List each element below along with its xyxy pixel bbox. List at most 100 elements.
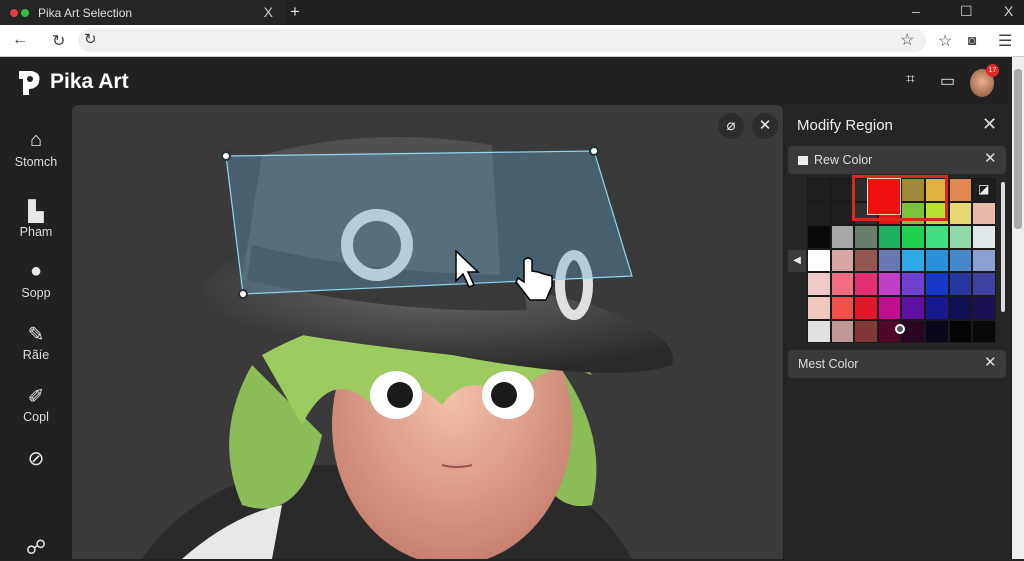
- color-swatch[interactable]: [830, 225, 855, 249]
- color-swatch[interactable]: [948, 319, 973, 344]
- color-swatch[interactable]: [807, 225, 831, 249]
- section-label: Rew Color: [814, 153, 873, 167]
- color-swatch[interactable]: [972, 319, 996, 344]
- star-icon[interactable]: ☆: [938, 31, 952, 51]
- color-swatch[interactable]: [924, 272, 949, 296]
- sidebar-item-compass[interactable]: ⊘: [0, 446, 72, 472]
- section-close-button[interactable]: ✕: [984, 149, 997, 167]
- notification-badge: 17: [986, 64, 999, 77]
- crop-icon[interactable]: ⌗: [906, 71, 915, 89]
- color-swatch[interactable]: [972, 248, 996, 273]
- section-close-button[interactable]: ✕: [984, 353, 997, 371]
- maximize-dot-icon[interactable]: [21, 8, 29, 17]
- color-swatch[interactable]: [948, 201, 973, 226]
- color-swatch[interactable]: [877, 272, 902, 296]
- color-swatch[interactable]: [877, 225, 902, 249]
- color-swatch[interactable]: [901, 272, 925, 296]
- color-picker-cursor[interactable]: [895, 324, 905, 334]
- maximize-button[interactable]: ☐: [960, 3, 973, 20]
- close-window-button[interactable]: X: [1004, 3, 1013, 19]
- mest-color-section[interactable]: Mest Color ✕: [788, 350, 1006, 378]
- color-swatch[interactable]: [830, 295, 855, 320]
- canvas-close-button[interactable]: ✕: [752, 113, 778, 139]
- color-swatch[interactable]: [830, 178, 855, 202]
- reload-small-icon[interactable]: ↻: [84, 30, 97, 48]
- color-swatch[interactable]: [901, 248, 925, 273]
- title-bar: Pika Art Selection X + – ☐ X: [0, 0, 1024, 25]
- selected-color-swatch[interactable]: [867, 178, 901, 215]
- color-swatch[interactable]: [948, 272, 973, 296]
- sidebar-label: Sopp: [21, 286, 51, 300]
- chat-icon[interactable]: ▭: [940, 71, 955, 91]
- color-swatch[interactable]: [948, 225, 973, 249]
- extension-icon[interactable]: ◙: [968, 32, 976, 48]
- logo-text: Pika Art: [50, 70, 129, 93]
- color-swatch[interactable]: [901, 319, 925, 344]
- rew-color-section[interactable]: Rew Color ✕: [788, 146, 1006, 174]
- shapes-icon: ▙: [28, 201, 44, 223]
- color-swatch[interactable]: [972, 295, 996, 320]
- color-swatch[interactable]: [807, 178, 831, 202]
- palette-scrollbar[interactable]: [1001, 182, 1005, 312]
- color-swatch[interactable]: [901, 225, 925, 249]
- color-swatch[interactable]: [807, 319, 831, 344]
- browser-toolbar: ← ↻ ↻ ☆ ☆ ◙ ☰: [0, 25, 1024, 57]
- color-swatch[interactable]: [854, 248, 878, 273]
- color-swatch[interactable]: [830, 319, 855, 344]
- collapse-handle[interactable]: ◀: [788, 250, 806, 272]
- color-swatch-icon: [798, 155, 808, 165]
- color-swatch[interactable]: [877, 248, 902, 273]
- color-swatch[interactable]: [807, 248, 831, 273]
- color-swatch[interactable]: [924, 319, 949, 344]
- color-swatch[interactable]: [948, 248, 973, 273]
- sidebar-label: Rãíe: [22, 348, 50, 362]
- sidebar-item-raie[interactable]: ✎ Rãíe: [0, 322, 72, 362]
- browser-tab[interactable]: Pika Art Selection X: [0, 0, 285, 25]
- color-swatch[interactable]: [830, 272, 855, 296]
- sidebar-item-sopp[interactable]: ● Sopp: [0, 260, 72, 300]
- tab-close-button[interactable]: X: [264, 4, 273, 20]
- sidebar-label: Pham: [19, 225, 53, 239]
- address-bar[interactable]: ↻ ☆: [78, 29, 926, 52]
- color-swatch[interactable]: [901, 295, 925, 320]
- eyedropper-icon[interactable]: ◪: [978, 182, 989, 196]
- color-swatch[interactable]: [924, 248, 949, 273]
- color-swatch[interactable]: [807, 295, 831, 320]
- logo[interactable]: Pika Art: [16, 67, 129, 97]
- sidebar-item-copl[interactable]: ✐ Copl: [0, 384, 72, 424]
- panel-close-button[interactable]: ✕: [982, 114, 997, 135]
- color-swatch[interactable]: [972, 272, 996, 296]
- menu-icon[interactable]: ☰: [998, 31, 1012, 51]
- color-swatch[interactable]: [854, 295, 878, 320]
- bookmark-star-icon[interactable]: ☆: [900, 30, 914, 50]
- eraser-button[interactable]: ⌀: [718, 113, 744, 139]
- pencil-icon: ✎: [27, 324, 45, 346]
- image-canvas[interactable]: ⌀ ✕: [72, 105, 783, 559]
- color-swatch[interactable]: [830, 248, 855, 273]
- color-swatch[interactable]: [807, 272, 831, 296]
- page-scrollbar[interactable]: [1012, 57, 1024, 559]
- back-icon[interactable]: ←: [12, 31, 28, 49]
- color-swatch[interactable]: [948, 178, 973, 202]
- color-swatch[interactable]: [854, 225, 878, 249]
- color-swatch[interactable]: [877, 295, 902, 320]
- reload-icon[interactable]: ↻: [52, 31, 65, 51]
- color-swatch[interactable]: [924, 295, 949, 320]
- panel-title: Modify Region: [797, 117, 893, 134]
- settings-icon: ☍: [25, 537, 47, 559]
- sidebar-item-stomch[interactable]: ⌂ Stomch: [0, 129, 72, 169]
- sidebar-item-settings[interactable]: ☍: [0, 535, 72, 561]
- minimize-button[interactable]: –: [912, 3, 920, 19]
- new-tab-button[interactable]: +: [290, 2, 300, 22]
- color-swatch[interactable]: [854, 272, 878, 296]
- color-swatch[interactable]: [854, 319, 878, 344]
- color-swatch[interactable]: [830, 201, 855, 226]
- color-swatch[interactable]: [972, 225, 996, 249]
- color-swatch[interactable]: [948, 295, 973, 320]
- close-dot-icon[interactable]: [10, 8, 18, 17]
- color-swatch[interactable]: [924, 225, 949, 249]
- selection-region: [225, 150, 633, 295]
- color-swatch[interactable]: [972, 201, 996, 226]
- color-swatch[interactable]: [807, 201, 831, 226]
- sidebar-item-pham[interactable]: ▙ Pham: [0, 199, 72, 239]
